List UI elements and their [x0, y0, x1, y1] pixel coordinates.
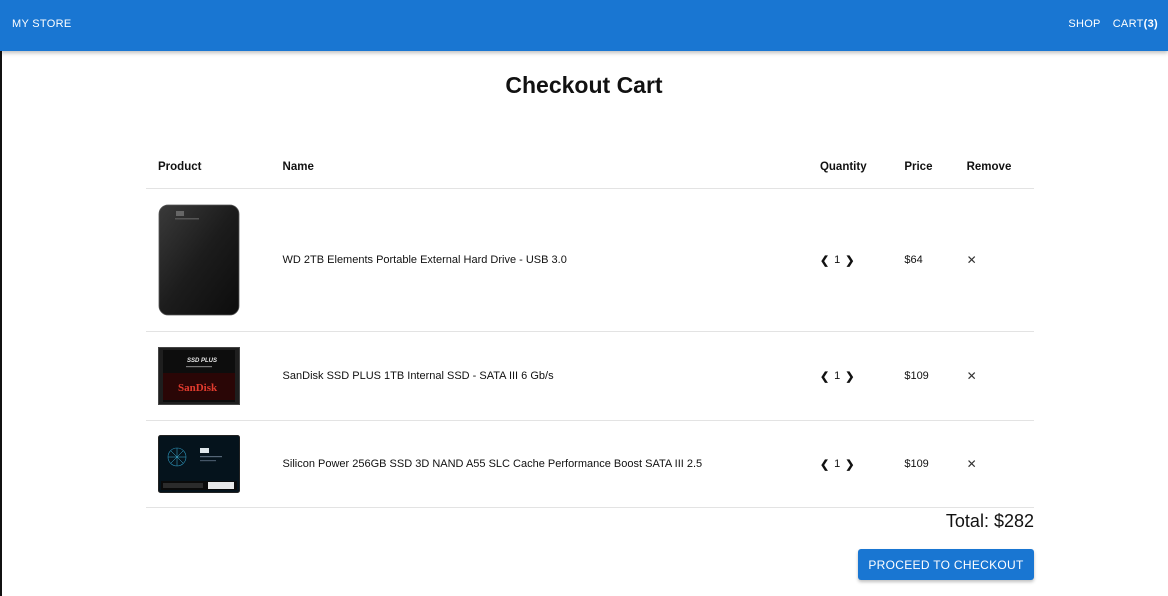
increment-quantity-button[interactable]: ❯ [845, 458, 854, 471]
quantity-stepper: ❮ 1 ❯ [807, 188, 893, 332]
product-price: $64 [892, 188, 955, 332]
cart-table: Product Name Quantity Price Remove WD 2T… [146, 146, 1034, 508]
quantity-value: 1 [834, 458, 841, 470]
decrement-quantity-button[interactable]: ❮ [820, 458, 829, 471]
sandisk-logo-text: SanDisk [178, 382, 218, 394]
top-nav: SHOP CART(3) [1068, 18, 1158, 30]
quantity-value: 1 [834, 254, 841, 266]
product-image-cell: SSD PLUS SanDisk [146, 331, 271, 421]
decrement-quantity-button[interactable]: ❮ [820, 370, 829, 383]
remove-item-button[interactable]: ✕ [967, 369, 977, 383]
table-row: WD 2TB Elements Portable External Hard D… [146, 188, 1034, 332]
column-header-remove: Remove [954, 146, 1034, 189]
column-header-name: Name [270, 146, 808, 189]
product-name: SanDisk SSD PLUS 1TB Internal SSD - SATA… [270, 331, 808, 421]
quantity-stepper: ❮ 1 ❯ [807, 331, 893, 421]
product-name: Silicon Power 256GB SSD 3D NAND A55 SLC … [270, 420, 808, 508]
product-price: $109 [892, 331, 955, 421]
remove-item-button[interactable]: ✕ [967, 457, 977, 471]
nav-cart-label: CART [1112, 18, 1144, 30]
table-row: SSD PLUS SanDisk SanDisk SSD PLUS 1TB In… [146, 331, 1034, 421]
column-header-product: Product [146, 146, 271, 189]
product-image-cell [146, 188, 271, 332]
nav-shop-link[interactable]: SHOP [1068, 18, 1100, 30]
silicon-power-ssd-image [158, 435, 240, 493]
store-brand-link[interactable]: MY STORE [12, 18, 71, 30]
wd-hard-drive-image [158, 204, 240, 316]
column-header-price: Price [892, 146, 955, 189]
app-bar: MY STORE SHOP CART(3) [0, 0, 1168, 51]
cart-count-badge: (3) [1143, 18, 1158, 30]
table-row: Silicon Power 256GB SSD 3D NAND A55 SLC … [146, 420, 1034, 508]
remove-item-button[interactable]: ✕ [967, 253, 977, 267]
table-header-row: Product Name Quantity Price Remove [146, 146, 1034, 189]
cart-total: Total: $282 [945, 511, 1034, 531]
proceed-to-checkout-button[interactable]: PROCEED TO CHECKOUT [858, 549, 1034, 580]
product-name: WD 2TB Elements Portable External Hard D… [270, 188, 808, 332]
product-price: $109 [892, 420, 955, 508]
nav-cart-link[interactable]: CART(3) [1113, 18, 1158, 30]
decrement-quantity-button[interactable]: ❮ [820, 254, 829, 267]
column-header-quantity: Quantity [807, 146, 893, 189]
ssd-plus-label: SSD PLUS [187, 358, 217, 364]
page-title: Checkout Cart [505, 72, 663, 98]
quantity-stepper: ❮ 1 ❯ [807, 420, 893, 508]
increment-quantity-button[interactable]: ❯ [845, 370, 854, 383]
sandisk-ssd-image: SSD PLUS SanDisk [158, 347, 240, 405]
increment-quantity-button[interactable]: ❯ [845, 254, 854, 267]
product-image-cell [146, 420, 271, 508]
quantity-value: 1 [834, 370, 841, 382]
